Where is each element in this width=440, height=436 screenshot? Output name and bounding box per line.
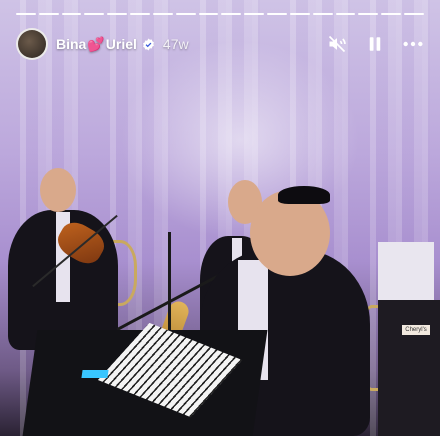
- progress-segment: [61, 13, 82, 15]
- story-header: Bina 💕 Uriel 47w: [16, 28, 424, 60]
- username-part2: Uriel: [105, 36, 137, 52]
- story-progress-bar: [16, 13, 424, 15]
- keyboard-display: [81, 370, 109, 378]
- heart-emoji: 💕: [87, 35, 105, 52]
- story-viewer[interactable]: Cheryl's Bina 💕 Uriel 47w: [0, 0, 440, 436]
- head: [40, 168, 76, 212]
- progress-segment: [152, 13, 173, 15]
- progress-segment: [358, 13, 379, 15]
- progress-segment: [107, 13, 128, 15]
- kippah: [278, 186, 330, 204]
- progress-segment: [244, 13, 265, 15]
- posted-time: 47w: [162, 36, 189, 52]
- more-options-button[interactable]: [402, 33, 424, 55]
- verified-badge-icon: [142, 38, 154, 50]
- progress-segment: [312, 13, 333, 15]
- progress-segment: [289, 13, 310, 15]
- mute-button[interactable]: [326, 33, 348, 55]
- pause-button[interactable]: [364, 33, 386, 55]
- table-card: Cheryl's: [402, 325, 430, 335]
- progress-segment: [175, 13, 196, 15]
- more-icon: [403, 41, 423, 47]
- mute-icon: [328, 35, 346, 53]
- progress-segment: [335, 13, 356, 15]
- amplifier: [378, 300, 440, 436]
- side-table: [378, 242, 434, 304]
- progress-segment: [267, 13, 287, 15]
- progress-segment: [38, 13, 59, 15]
- avatar[interactable]: [16, 28, 48, 60]
- progress-segment: [381, 13, 402, 15]
- username[interactable]: Bina 💕 Uriel: [56, 36, 155, 53]
- username-part1: Bina: [56, 36, 87, 52]
- progress-segment: [84, 13, 105, 15]
- progress-segment: [130, 13, 150, 15]
- pause-icon: [369, 37, 381, 51]
- progress-segment: [404, 13, 424, 15]
- story-controls: [326, 33, 424, 55]
- progress-segment: [221, 13, 242, 15]
- progress-segment: [16, 13, 36, 15]
- progress-segment: [198, 13, 219, 15]
